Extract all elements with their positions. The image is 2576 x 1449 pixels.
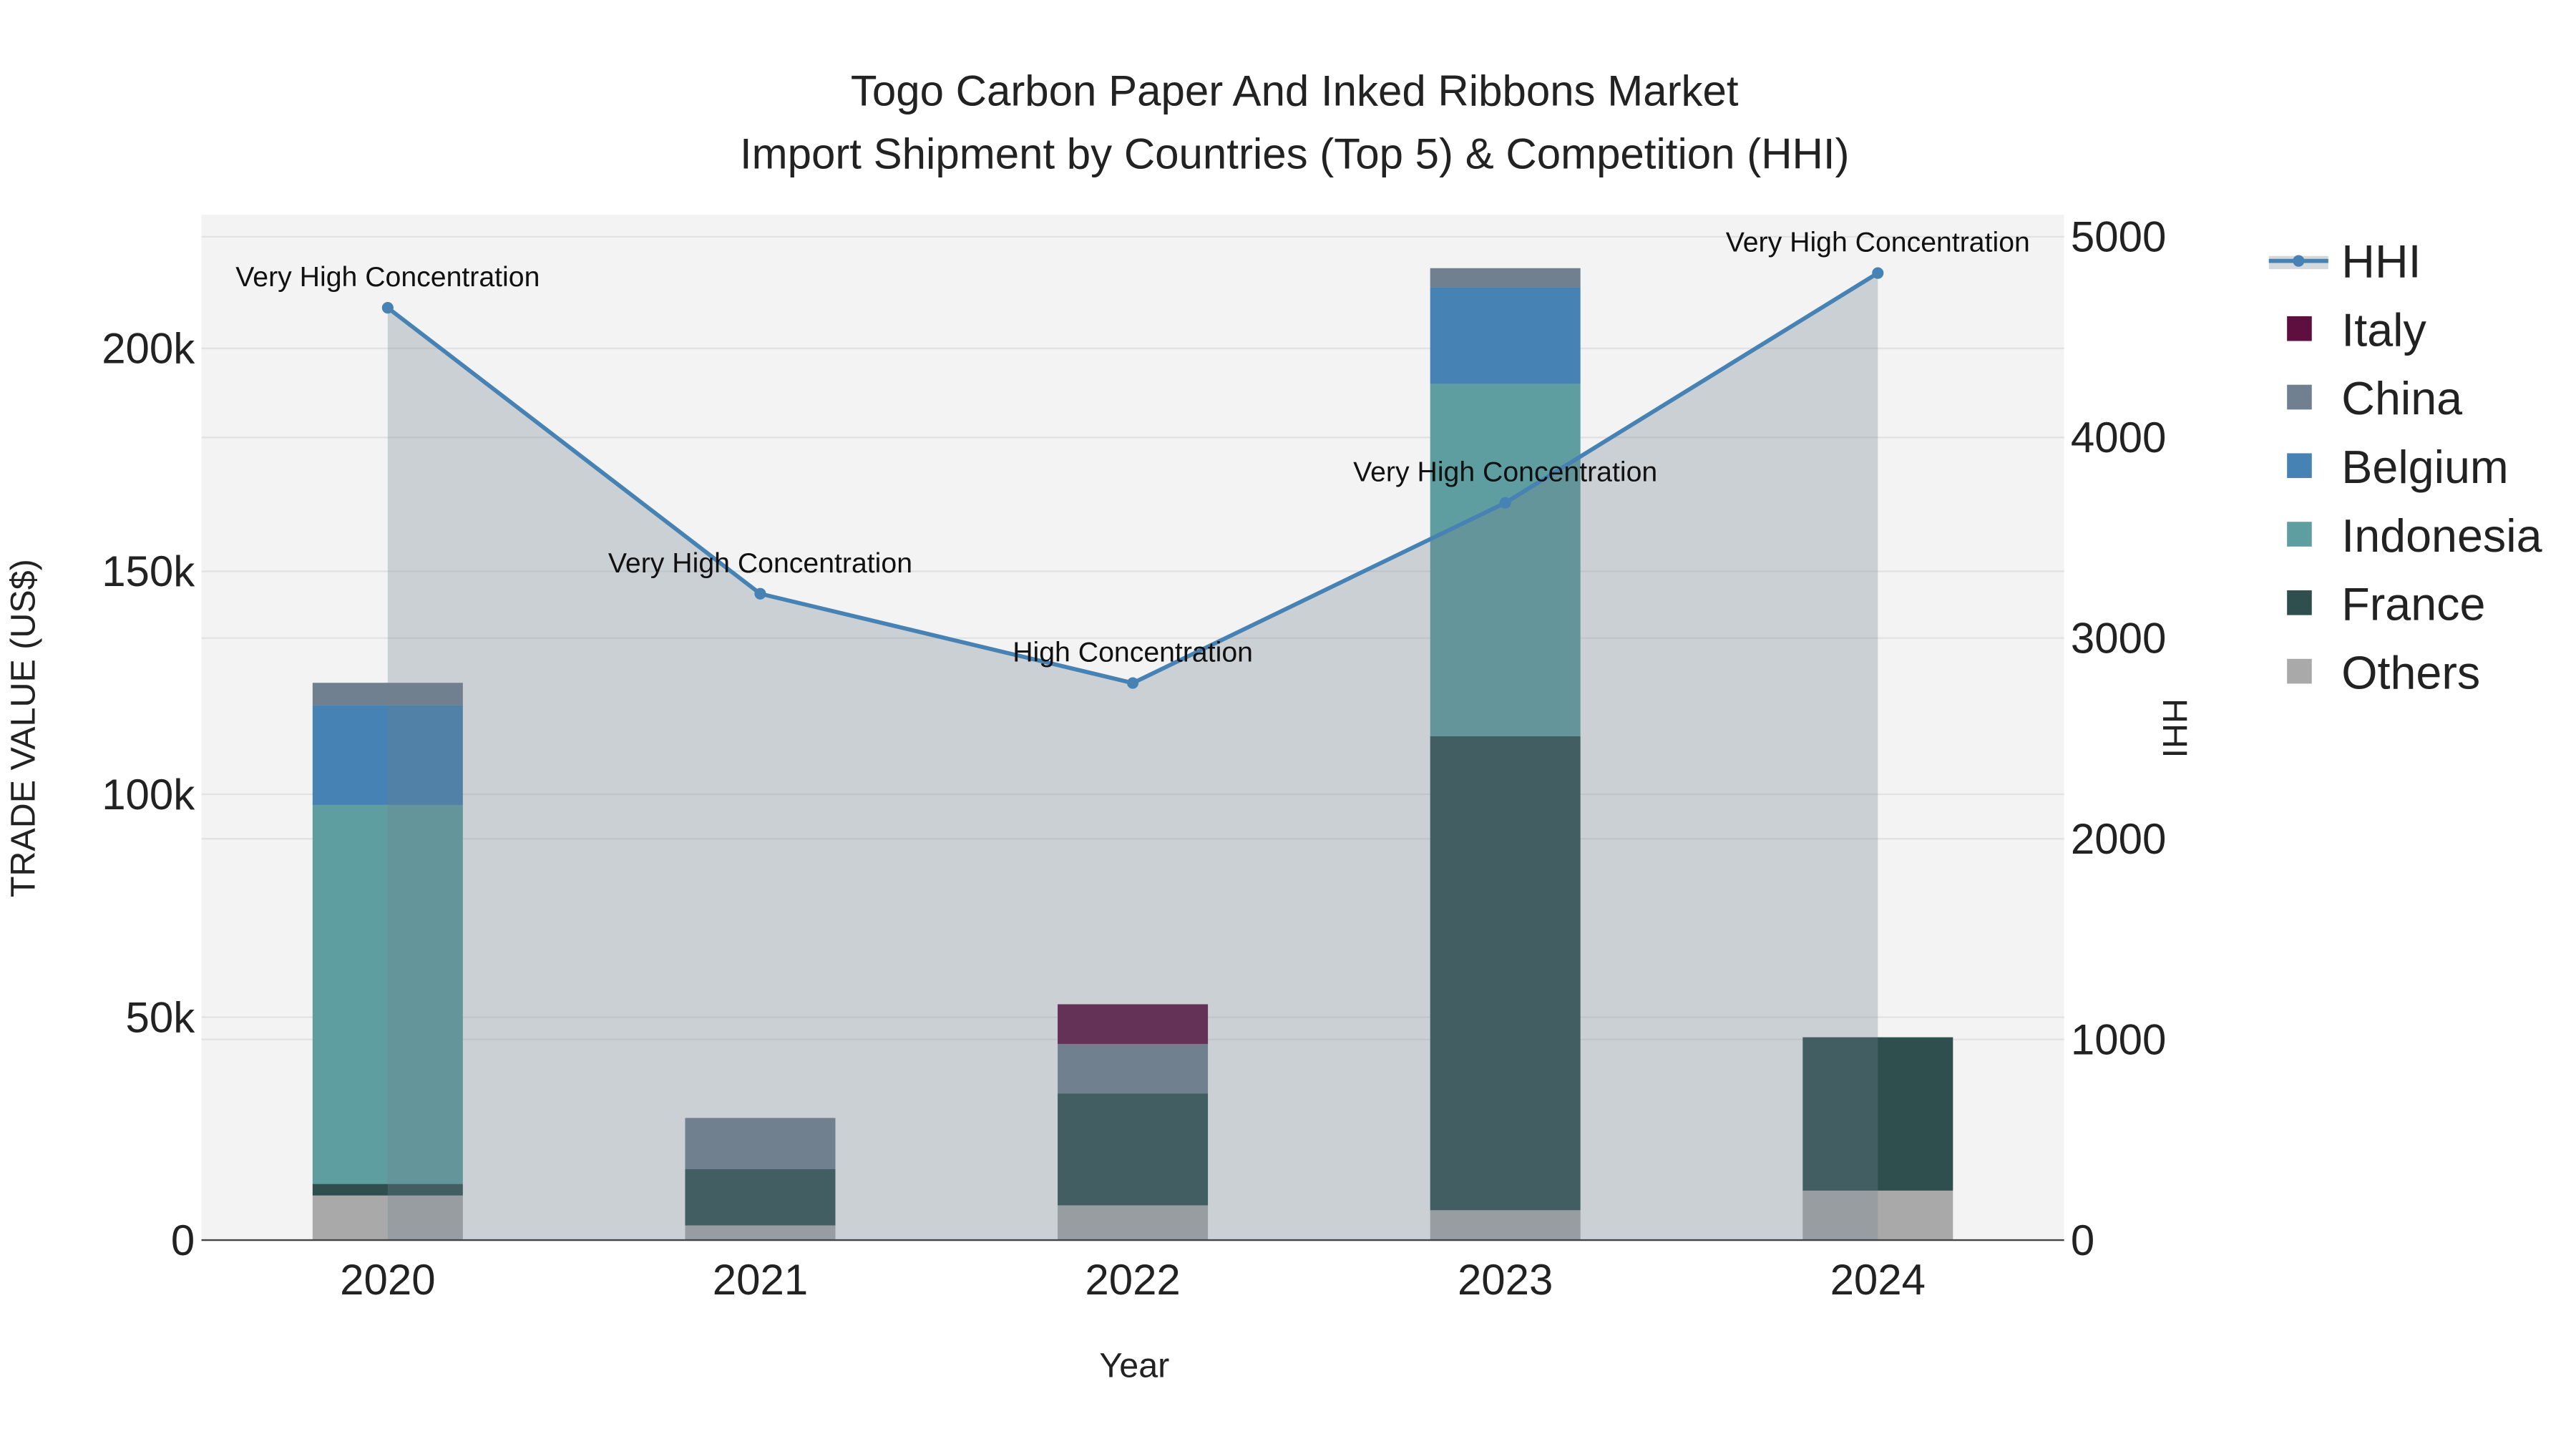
y2-tick-label: 4000 [2071,414,2166,462]
hhi-point-2023 [1499,497,1511,509]
y2-tick-label: 3000 [2071,615,2166,663]
chart-title-line1: Togo Carbon Paper And Inked Ribbons Mark… [851,67,1739,115]
legend-swatch-indonesia [2287,522,2312,547]
y-tick-label: 100k [102,771,195,819]
legend-swatch-hhi-marker [2293,255,2305,267]
x-tick-label: 2024 [1830,1256,1926,1304]
y-tick-label: 200k [102,325,195,373]
y-tick-label: 0 [171,1216,195,1264]
bar-belgium-2023 [1430,287,1581,384]
legend-label-others: Others [2341,647,2480,698]
y-tick-label: 50k [126,993,196,1041]
chart: Very High Concentration Very High Concent… [4,67,2542,1385]
y2-tick-label: 1000 [2071,1015,2166,1063]
legend-swatch-italy [2287,316,2312,341]
legend-label-france: France [2341,579,2485,630]
hhi-annotation: High Concentration [1013,637,1253,668]
legend-swatch-france [2287,590,2312,615]
hhi-point-2022 [1127,677,1139,689]
hhi-point-2020 [381,302,394,314]
legend-label-indonesia: Indonesia [2341,510,2542,562]
hhi-annotation: Very High Concentration [1726,227,2030,258]
legend-label-hhi: HHI [2341,236,2421,288]
legend-label-italy: Italy [2341,304,2426,356]
legend-label-belgium: Belgium [2341,441,2508,493]
y2-tick-label: 2000 [2071,815,2166,863]
legend-swatch-china [2287,384,2312,410]
hhi-annotation: Very High Concentration [608,547,912,579]
hhi-point-2024 [1872,267,1884,279]
x-tick-label: 2020 [340,1256,435,1304]
y2-axis-title: HHI [2155,698,2194,758]
y2-tick-label: 5000 [2071,213,2166,261]
bar-china-2023 [1430,268,1581,288]
hhi-annotation: Very High Concentration [1353,457,1657,488]
x-tick-label: 2023 [1458,1256,1553,1304]
x-axis-title: Year [1099,1347,1169,1385]
hhi-point-2021 [754,587,766,600]
legend-label-china: China [2341,373,2462,424]
hhi-annotation: Very High Concentration [235,261,540,293]
x-tick-label: 2021 [713,1256,808,1304]
legend-swatch-belgium [2287,453,2312,479]
chart-title-line2: Import Shipment by Countries (Top 5) & C… [740,130,1850,177]
y-axis-title: TRADE VALUE (US$) [4,559,42,897]
legend: HHI Italy China Belgium Indonesia France Other… [2268,236,2542,698]
y2-tick-label: 0 [2071,1216,2094,1264]
y-tick-label: 150k [102,547,195,595]
legend-swatch-others [2287,658,2312,684]
x-tick-label: 2022 [1085,1256,1180,1304]
